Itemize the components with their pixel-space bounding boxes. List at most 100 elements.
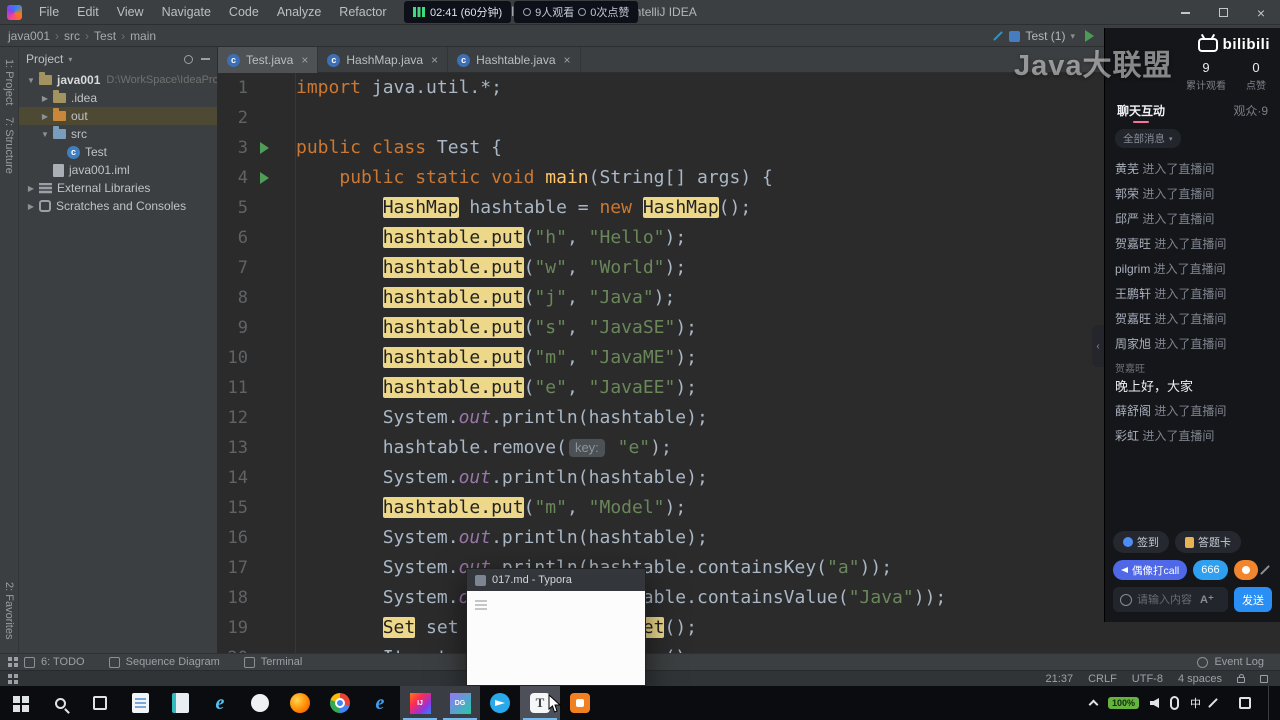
outline-menu-icon[interactable]	[475, 600, 487, 602]
run-config-selector[interactable]: Test (1) ▾	[1009, 29, 1075, 43]
quiz-card-button[interactable]: 答题卡	[1175, 531, 1241, 553]
chat-message: 贺嘉旺 晚上好，大家	[1115, 362, 1274, 394]
app-ie[interactable]: e	[200, 686, 240, 720]
close-tab-icon[interactable]: ×	[431, 53, 438, 67]
line-ending-indicator[interactable]: CRLF	[1088, 673, 1117, 685]
action-center-icon[interactable]	[1239, 697, 1251, 709]
app-notepad[interactable]	[120, 686, 160, 720]
tree-item[interactable]: ▼ src	[19, 125, 217, 143]
tree-item[interactable]: ▶ out	[19, 107, 217, 125]
panel-collapse-handle[interactable]: ‹	[1092, 325, 1104, 367]
tree-expand-icon[interactable]: ▶	[39, 94, 51, 103]
emoji-icon[interactable]	[1120, 593, 1132, 606]
close-tab-icon[interactable]: ×	[301, 53, 308, 67]
tree-expand-icon[interactable]: ▼	[39, 130, 51, 139]
tab-audience[interactable]: 观众·9	[1233, 102, 1268, 119]
caret-position[interactable]: 21:37	[1046, 673, 1074, 685]
encoding-indicator[interactable]: UTF-8	[1132, 673, 1163, 685]
app-firefox[interactable]	[280, 686, 320, 720]
tree-expand-icon[interactable]: ▼	[25, 76, 37, 85]
breadcrumb-item[interactable]: java001	[8, 29, 50, 43]
app-telegram[interactable]	[480, 686, 520, 720]
typora-titlebar[interactable]: 017.md - Typora	[467, 569, 645, 591]
mouse-settings-icon[interactable]	[1170, 696, 1179, 710]
tree-item[interactable]: java001.iml	[19, 161, 217, 179]
tool-button-favorites[interactable]: 2: Favorites	[3, 582, 15, 639]
tool-button-project[interactable]: 1: Project	[3, 59, 15, 105]
app-datagrip[interactable]: DG	[440, 686, 480, 720]
breadcrumb-item[interactable]: src	[64, 29, 80, 43]
settings-gear-icon[interactable]	[184, 54, 193, 64]
tool-button-event-log[interactable]: Event Log	[1197, 656, 1264, 668]
indent-indicator[interactable]: 4 spaces	[1178, 673, 1222, 685]
run-line-icon[interactable]	[260, 172, 269, 184]
app-textdoc[interactable]	[160, 686, 200, 720]
app-idea[interactable]: IJ	[400, 686, 440, 720]
search-button[interactable]	[40, 686, 80, 720]
ime-indicator[interactable]: 中	[1190, 695, 1201, 711]
app-qq[interactable]	[240, 686, 280, 720]
editor-tab[interactable]: c Hashtable.java ×	[448, 47, 581, 73]
start-button[interactable]	[0, 686, 40, 720]
menu-item[interactable]: View	[108, 0, 153, 25]
tool-button-terminal[interactable]: Terminal	[244, 656, 303, 668]
maximize-button[interactable]	[1204, 0, 1242, 25]
message-filter-dropdown[interactable]: 全部消息 ▾	[1115, 129, 1181, 148]
minimize-button[interactable]	[1166, 0, 1204, 25]
tree-expand-icon[interactable]: ▶	[39, 112, 51, 121]
breadcrumb-item[interactable]: Test	[94, 29, 116, 43]
menu-item[interactable]: Refactor	[330, 0, 395, 25]
gift-button[interactable]	[1233, 560, 1258, 580]
pen-input-icon[interactable]	[1208, 698, 1218, 708]
idol-call-button[interactable]: 偶像打call	[1113, 560, 1188, 580]
project-panel-header[interactable]: Project ▾	[19, 47, 217, 71]
tree-item[interactable]: ▶ Scratches and Consoles	[19, 197, 217, 215]
editor-tab[interactable]: c Test.java ×	[218, 47, 319, 73]
tree-item[interactable]: ▶ .idea	[19, 89, 217, 107]
tree-expand-icon[interactable]: ▶	[25, 202, 37, 211]
breadcrumb-item[interactable]: main	[130, 29, 156, 43]
tray-expand-icon[interactable]	[1088, 699, 1099, 710]
close-tab-icon[interactable]: ×	[564, 53, 571, 67]
edit-pen-icon[interactable]	[1260, 565, 1270, 575]
task-view-button[interactable]	[80, 686, 120, 720]
app-edge[interactable]: e	[360, 686, 400, 720]
menu-item[interactable]: Navigate	[153, 0, 220, 25]
tree-expand-icon[interactable]: ▶	[25, 184, 37, 193]
menu-item[interactable]: Analyze	[268, 0, 330, 25]
menu-item[interactable]: Edit	[68, 0, 108, 25]
menu-item[interactable]: Code	[220, 0, 268, 25]
tool-button-structure[interactable]: 7: Structure	[3, 117, 15, 174]
666-button[interactable]: 666	[1193, 560, 1228, 580]
battery-indicator[interactable]: 100%	[1107, 697, 1139, 709]
tool-button-sequence-diagram[interactable]: Sequence Diagram	[109, 656, 220, 668]
app-typora[interactable]: T	[520, 686, 560, 720]
volume-icon[interactable]	[1150, 698, 1159, 708]
app-orange[interactable]	[560, 686, 600, 720]
app-chrome[interactable]	[320, 686, 360, 720]
code-line[interactable]: 20 Iterator it = set.iterator();	[218, 643, 1280, 653]
tree-item[interactable]: ▼ java001 D:\WorkSpace\IdeaProje	[19, 71, 217, 89]
send-button[interactable]: 发送	[1234, 587, 1272, 612]
checkin-button[interactable]: 签到	[1113, 531, 1169, 553]
hide-panel-icon[interactable]	[201, 58, 210, 60]
run-line-icon[interactable]	[260, 142, 269, 154]
tab-chat-interaction[interactable]: 聊天互动	[1117, 102, 1165, 119]
menu-item[interactable]: File	[30, 0, 68, 25]
tool-button-todo[interactable]: 6: TODO	[24, 656, 85, 668]
typora-window[interactable]: 017.md - Typora	[466, 568, 646, 686]
tree-item[interactable]: ▶ External Libraries	[19, 179, 217, 197]
message-filter-label: 全部消息	[1123, 133, 1165, 145]
lock-icon[interactable]	[1237, 674, 1245, 683]
close-button[interactable]: ×	[1242, 0, 1280, 25]
show-desktop-button[interactable]	[1268, 686, 1272, 720]
tree-item[interactable]: c Test	[19, 143, 217, 161]
chat-input[interactable]	[1137, 593, 1195, 606]
run-button[interactable]	[1085, 30, 1094, 42]
toolbar-toggle-icon[interactable]	[8, 673, 12, 678]
tool-windows-grid-icon[interactable]	[8, 657, 12, 661]
pencil-icon[interactable]	[993, 31, 1004, 41]
editor-tab[interactable]: c HashMap.java ×	[318, 47, 449, 73]
font-size-icon[interactable]: A⁺	[1200, 593, 1214, 606]
typora-content[interactable]	[467, 591, 645, 685]
